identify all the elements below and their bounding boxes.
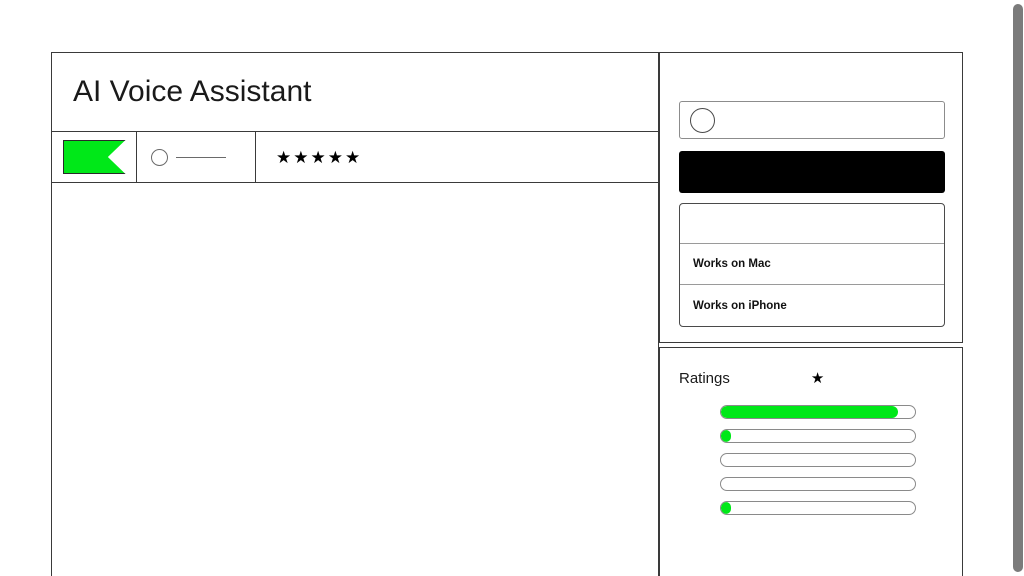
- ratings-label: Ratings: [679, 370, 730, 387]
- rating-bar-track: [720, 477, 916, 491]
- author-name-redacted: [176, 156, 226, 158]
- rating-bar-fill: [721, 406, 898, 418]
- product-badge-cell[interactable]: [52, 132, 137, 182]
- compatibility-row: Works on iPhone: [693, 299, 787, 312]
- star-icon: ★: [345, 147, 361, 167]
- price-input[interactable]: [679, 101, 945, 139]
- purchase-card: Works on Mac Works on iPhone: [659, 52, 963, 343]
- page-title: AI Voice Assistant: [73, 75, 312, 108]
- product-description-body: [52, 183, 658, 576]
- rating-bar-track: [720, 405, 916, 419]
- rating-bar-track: [720, 501, 916, 515]
- rating-bar-track: [720, 429, 916, 443]
- star-icon: ★: [810, 370, 825, 387]
- compatibility-row-empty: [680, 204, 944, 244]
- rating-bar-fill: [721, 502, 731, 514]
- product-panel: AI Voice Assistant ★ ★ ★ ★ ★: [51, 52, 659, 576]
- rating-bar-track: [720, 453, 916, 467]
- green-flag-badge-icon: [62, 140, 126, 174]
- compatibility-list: Works on Mac Works on iPhone: [679, 203, 945, 327]
- compatibility-row: Works on Mac: [680, 244, 944, 285]
- ratings-header: Ratings ★: [679, 370, 943, 387]
- product-title-bar: AI Voice Assistant: [52, 53, 658, 132]
- circle-avatar-icon: [151, 148, 168, 166]
- vertical-scrollbar[interactable]: [1009, 0, 1024, 576]
- product-meta-row: ★ ★ ★ ★ ★: [52, 132, 658, 183]
- star-icon: ★: [310, 147, 326, 167]
- ratings-histogram: [720, 405, 916, 525]
- page-root: AI Voice Assistant ★ ★ ★ ★ ★ Works on Mac Wor…: [0, 0, 1024, 576]
- star-icon: ★: [293, 147, 309, 167]
- scrollbar-thumb[interactable]: [1013, 4, 1023, 572]
- star-icon: ★: [327, 147, 343, 167]
- buy-now-button[interactable]: [679, 151, 945, 193]
- circle-icon: [690, 107, 715, 133]
- star-icon: ★: [276, 147, 292, 167]
- ratings-card: Ratings ★: [659, 347, 963, 576]
- product-rating-cell[interactable]: ★ ★ ★ ★ ★: [256, 132, 658, 182]
- star-rating: ★ ★ ★ ★ ★: [276, 149, 360, 166]
- product-author-cell[interactable]: [137, 132, 256, 182]
- rating-bar-fill: [721, 430, 731, 442]
